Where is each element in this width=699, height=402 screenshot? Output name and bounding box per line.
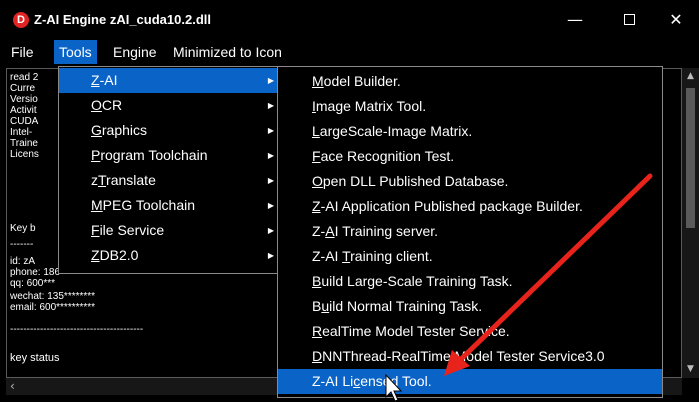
menu-item-ztranslate[interactable]: zTranslate ▶ [59,168,280,193]
menu-item-licensed-tool[interactable]: Z-AI Licensed Tool. [278,369,662,394]
menu-tools[interactable]: Tools [54,40,97,64]
tools-menu: Z-AI ▶ OCR ▶ Graphics ▶ Program Toolchai… [58,66,281,274]
maximize-icon [623,13,635,25]
menu-file[interactable]: File [6,40,39,64]
menu-item-build-large-scale-task[interactable]: Build Large-Scale Training Task. [278,269,662,294]
menu-item-largescale-image-matrix[interactable]: LargeScale-Image Matrix. [278,119,662,144]
menu-item-training-server[interactable]: Z-AI Training server. [278,219,662,244]
maximize-button[interactable] [606,0,652,40]
menu-item-model-builder[interactable]: Model Builder. [278,69,662,94]
log-line: Licens [10,149,39,160]
submenu-arrow-icon: ▶ [267,226,274,235]
vertical-scrollbar[interactable]: ▲ ▼ [682,68,699,378]
submenu-arrow-icon: ▶ [267,126,274,135]
menu-minimized-to-icon[interactable]: Minimized to Icon [168,40,287,64]
window-title: Z-AI Engine zAI_cuda10.2.dll [34,12,211,27]
menu-item-file-service[interactable]: File Service ▶ [59,218,280,243]
submenu-arrow-icon: ▶ [267,176,274,185]
scrollbar-thumb[interactable] [686,88,695,228]
log-line: key status [10,352,60,364]
menu-item-mpeg-toolchain[interactable]: MPEG Toolchain ▶ [59,193,280,218]
log-line: email: 600********** [10,302,96,313]
log-line: qq: 600*** [10,278,56,289]
log-line: CUDA [10,116,39,127]
log-line: id: zA [10,256,36,267]
scroll-up-icon[interactable]: ▲ [682,68,699,85]
scroll-down-icon[interactable]: ▼ [682,361,699,378]
app-icon: D [13,12,29,28]
submenu-arrow-icon: ▶ [267,251,274,260]
menu-item-z-ai[interactable]: Z-AI ▶ [59,68,280,93]
menu-item-ocr[interactable]: OCR ▶ [59,93,280,118]
menu-item-package-builder[interactable]: Z-AI Application Published package Build… [278,194,662,219]
log-line: Intel- [10,127,33,138]
menu-item-face-recognition-test[interactable]: Face Recognition Test. [278,144,662,169]
log-line: Traine [10,138,38,149]
submenu-arrow-icon: ▶ [267,76,274,85]
log-line: phone: 186 [10,267,61,278]
menu-engine[interactable]: Engine [108,40,162,64]
menu-item-graphics[interactable]: Graphics ▶ [59,118,280,143]
menu-item-zdb2[interactable]: ZDB2.0 ▶ [59,243,280,268]
menu-item-dnnthread-tester[interactable]: DNNThread-RealTime Model Tester Service3… [278,344,662,369]
submenu-arrow-icon: ▶ [267,151,274,160]
menu-item-open-dll-database[interactable]: Open DLL Published Database. [278,169,662,194]
submenu-arrow-icon: ▶ [267,101,274,110]
minimize-button[interactable]: — [552,0,598,40]
log-line: Activit [10,105,37,116]
z-ai-submenu: Model Builder. Image Matrix Tool. LargeS… [277,66,663,398]
close-button[interactable]: ✕ [653,0,699,40]
log-line: Versio [10,94,38,105]
menu-item-program-toolchain[interactable]: Program Toolchain ▶ [59,143,280,168]
menu-bar: File Tools Engine Minimized to Icon [0,40,699,64]
menu-item-build-normal-task[interactable]: Build Normal Training Task. [278,294,662,319]
log-line: Key b [10,223,36,234]
log-line: read 2 [10,72,39,83]
menu-item-image-matrix-tool[interactable]: Image Matrix Tool. [278,94,662,119]
scroll-left-icon[interactable]: ‹ [10,378,15,395]
submenu-arrow-icon: ▶ [267,201,274,210]
title-bar: D Z-AI Engine zAI_cuda10.2.dll — ✕ [0,0,699,40]
log-line: Curre [10,83,36,94]
menu-item-realtime-tester[interactable]: RealTime Model Tester Service. [278,319,662,344]
log-line: ---------------------------------------- [10,324,144,335]
log-line: wechat: 135******** [10,291,96,302]
log-line: ------- [10,239,34,250]
menu-item-training-client[interactable]: Z-AI Training client. [278,244,662,269]
